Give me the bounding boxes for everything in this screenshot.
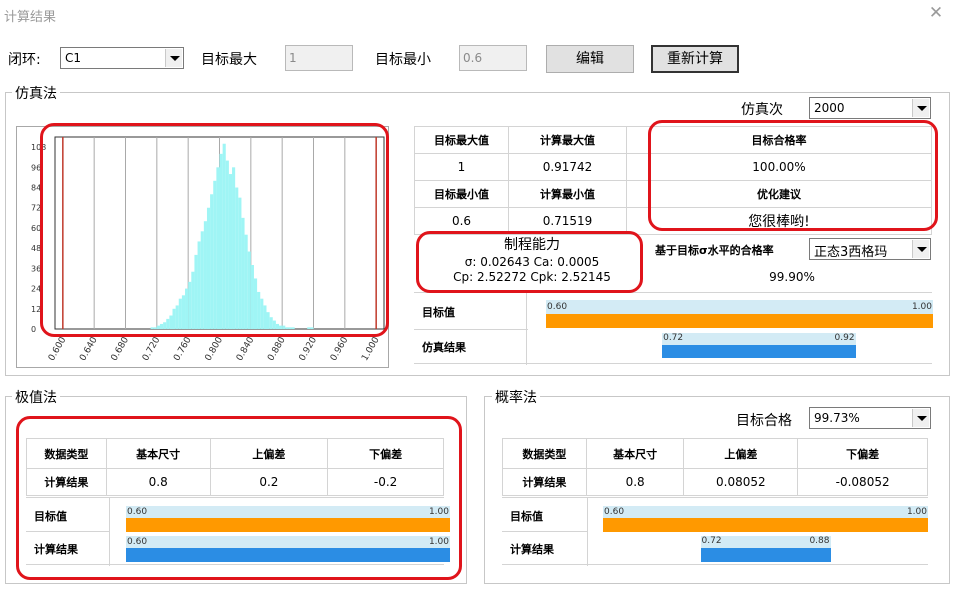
annotation-ring-pass-rate — [648, 120, 938, 231]
target-min-label: 目标最小 — [375, 52, 431, 68]
prob-target-high-label: 1.00 — [906, 507, 927, 517]
header-target-max: 目标最大值 — [414, 126, 509, 154]
prob-result-high-label: 0.88 — [809, 536, 830, 546]
x-tick-label: 0.600 — [47, 335, 69, 363]
prob-header-basic: 基本尺寸 — [585, 438, 685, 469]
prob-target-range: 0.60 1.00 — [603, 506, 928, 532]
x-tick-label: 0.760 — [172, 335, 194, 363]
sigma-select-value: 正态3西格玛 — [814, 245, 888, 260]
x-tick-label: 0.640 — [78, 335, 100, 363]
sim-result-bar — [662, 345, 856, 358]
prob-result-bar — [700, 548, 831, 562]
target-max-label: 目标最大 — [201, 52, 257, 68]
x-tick-label: 0.720 — [141, 335, 163, 363]
sim-target-bar — [546, 314, 933, 328]
header-target-min: 目标最小值 — [414, 180, 509, 208]
target-min-field: 0.6 — [459, 45, 527, 71]
header-calc-min: 计算最小值 — [508, 180, 627, 208]
annotation-ring-capability — [416, 231, 643, 293]
window-title: 计算结果 — [4, 10, 57, 25]
x-tick-label: 0.960 — [329, 335, 351, 363]
sim-target-range: 0.60 1.00 — [546, 300, 933, 328]
sim-result-bg: 0.72 0.92 — [662, 333, 856, 345]
prob-result-bg: 0.72 0.88 — [700, 536, 831, 548]
x-tick-label: 0.880 — [266, 335, 288, 363]
sim-result-range: 0.72 0.92 — [546, 333, 933, 359]
x-tick-label: 0.840 — [235, 335, 257, 363]
prob-result-low-label: 0.72 — [701, 536, 722, 546]
pass-target-value: 99.73% — [814, 411, 860, 425]
chevron-down-icon[interactable] — [912, 240, 929, 258]
sim-target-high-label: 1.00 — [911, 302, 932, 312]
prob-target-label: 目标值 — [510, 510, 543, 523]
x-tick-label: 0.680 — [110, 335, 132, 363]
runs-select-value: 2000 — [814, 101, 845, 115]
prob-row-upper: 0.08052 — [683, 468, 799, 496]
annotation-ring-histogram — [40, 123, 389, 337]
pass-target-select[interactable]: 99.73% — [809, 407, 931, 429]
probability-title: 概率法 — [492, 387, 540, 407]
prob-row-basic: 0.8 — [585, 468, 685, 496]
x-tick-label: 1.000 — [360, 335, 382, 363]
sigma-block: 基于目标σ水平的合格率 正态3西格玛 99.90% — [652, 234, 932, 292]
x-tick-label: 0.920 — [298, 335, 320, 363]
sigma-label: 基于目标σ水平的合格率 — [655, 244, 774, 257]
simulation-title: 仿真法 — [12, 83, 60, 103]
prob-target-low-label: 0.60 — [604, 507, 625, 517]
target-max-value: 1 — [414, 153, 509, 181]
recalculate-button[interactable]: 重新计算 — [651, 45, 739, 73]
prob-result-range: 0.72 0.88 — [603, 536, 928, 562]
prob-row-lower: -0.08052 — [797, 468, 928, 496]
runs-label: 仿真次 — [741, 102, 783, 118]
annotation-ring-extreme — [16, 416, 462, 580]
prob-row-type: 计算结果 — [502, 468, 587, 496]
calc-max-value: 0.91742 — [508, 153, 627, 181]
y-tick-label: 0 — [31, 325, 36, 334]
runs-select[interactable]: 2000 — [809, 97, 931, 119]
chevron-down-icon[interactable] — [912, 409, 929, 427]
loop-select[interactable]: C1 — [60, 47, 184, 69]
edit-button[interactable]: 编辑 — [546, 45, 634, 73]
loop-select-value: C1 — [65, 51, 82, 65]
target-value-label: 目标值 — [422, 306, 455, 319]
loop-label: 闭环: — [8, 52, 41, 68]
close-icon[interactable]: ✕ — [927, 4, 945, 22]
prob-header-type: 数据类型 — [502, 438, 587, 469]
sigma-select[interactable]: 正态3西格玛 — [809, 238, 931, 260]
sim-result-high-label: 0.92 — [834, 333, 855, 343]
sim-result-low-label: 0.72 — [663, 333, 684, 343]
target-max-field: 1 — [285, 45, 353, 71]
prob-header-upper: 上偏差 — [683, 438, 799, 469]
sim-result-label: 仿真结果 — [422, 341, 466, 354]
sim-target-low-label: 0.60 — [547, 302, 568, 312]
header-calc-max: 计算最大值 — [508, 126, 627, 154]
pass-target-label: 目标合格 — [736, 413, 792, 429]
probability-table: 数据类型 基本尺寸 上偏差 下偏差 计算结果 0.8 0.08052 -0.08… — [502, 438, 928, 496]
prob-result-label: 计算结果 — [510, 543, 554, 556]
prob-target-bar — [603, 518, 928, 532]
prob-header-lower: 下偏差 — [797, 438, 928, 469]
chevron-down-icon[interactable] — [912, 99, 929, 117]
chevron-down-icon[interactable] — [165, 49, 182, 67]
sigma-rate-value: 99.90% — [769, 270, 815, 284]
extreme-title: 极值法 — [12, 387, 60, 407]
x-tick-label: 0.800 — [204, 335, 226, 363]
